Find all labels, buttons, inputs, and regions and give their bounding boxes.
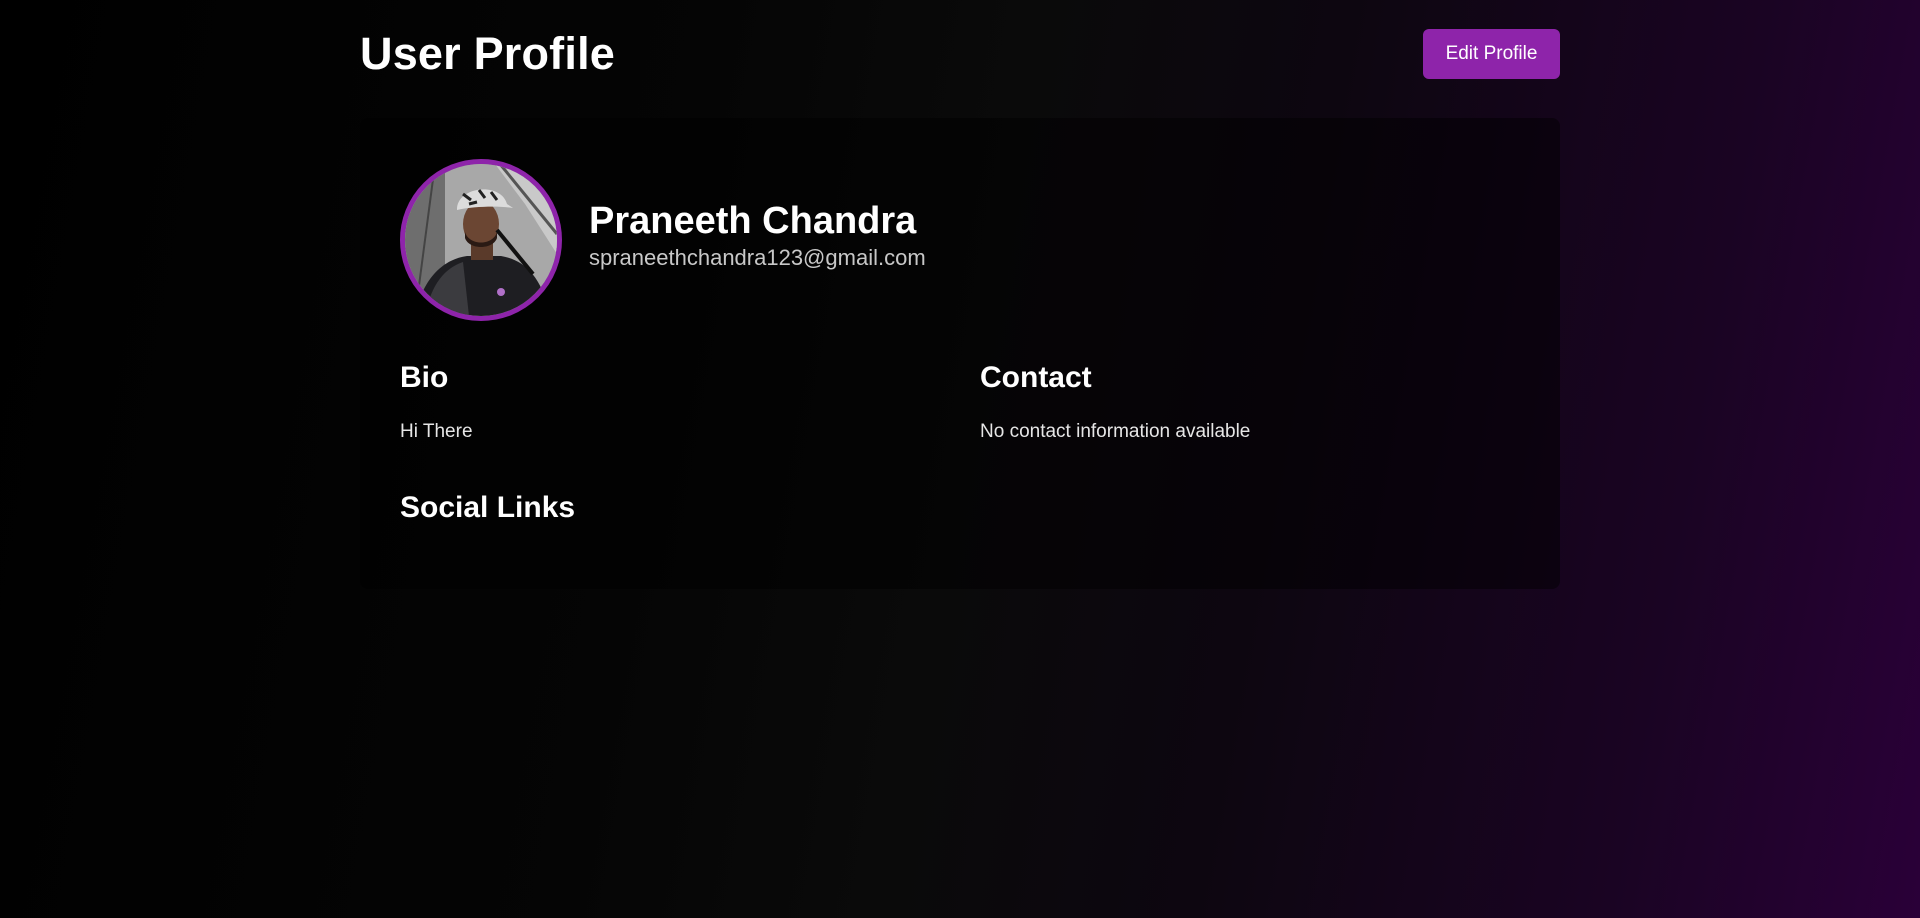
bio-heading: Bio [400,361,449,394]
contact-section: Contact No contact information available [980,360,1250,444]
user-email: spraneethchandra123@gmail.com [589,244,926,270]
profile-summary: Praneeth Chandra spraneethchandra123@gma… [400,159,926,321]
page-title: User Profile [360,28,615,79]
avatar-photo [405,164,557,316]
bio-text: Hi There [400,421,473,442]
page-header: User Profile Edit Profile [360,24,1560,84]
social-links-section: Social Links [400,490,575,526]
contact-heading: Contact [980,361,1092,394]
social-links-heading: Social Links [400,491,576,524]
contact-text: No contact information available [980,421,1251,442]
user-name: Praneeth Chandra [589,199,917,242]
edit-profile-button[interactable]: Edit Profile [1423,29,1560,79]
profile-identity: Praneeth Chandra spraneethchandra123@gma… [589,199,926,272]
bio-section: Bio Hi There [400,360,473,444]
profile-card: Praneeth Chandra spraneethchandra123@gma… [360,118,1560,589]
avatar [400,159,562,321]
